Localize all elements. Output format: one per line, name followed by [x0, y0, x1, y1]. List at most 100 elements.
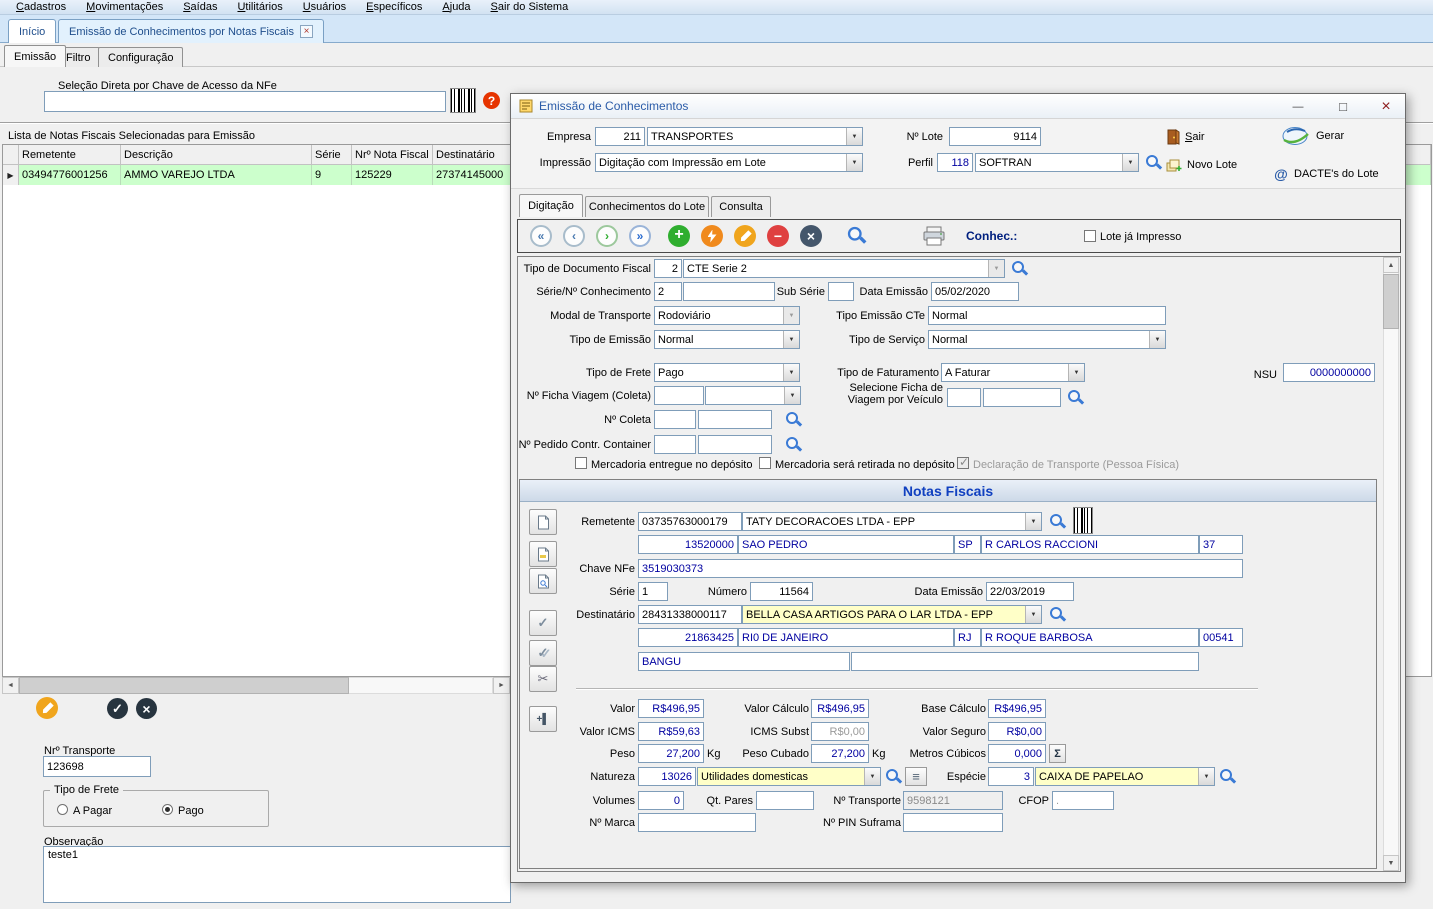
transfer-note-button[interactable]	[529, 706, 557, 732]
tab-consulta[interactable]: Consulta	[711, 196, 771, 217]
tipo-frete-dropdown-icon[interactable]	[783, 364, 799, 381]
impressao-combo[interactable]: Digitação com Impressão em Lote	[595, 153, 863, 172]
nf-serie-field[interactable]: 1	[638, 582, 668, 601]
print-icon[interactable]	[922, 226, 946, 246]
lote-ja-impresso-checkbox[interactable]	[1084, 230, 1096, 242]
remetente-barcode-icon[interactable]	[1073, 507, 1093, 534]
container-search-icon[interactable]	[785, 436, 802, 453]
destinatario-complemento-field[interactable]	[851, 652, 1199, 671]
delete-record-button[interactable]	[767, 225, 789, 247]
mercadoria-entregue-checkbox[interactable]	[575, 457, 587, 469]
destinatario-rua-field[interactable]: R ROQUE BARBOSA	[981, 628, 1199, 647]
dialog-vscrollbar-thumb[interactable]	[1383, 274, 1399, 329]
cfop-field[interactable]: .	[1052, 791, 1114, 810]
destinatario-cidade-field[interactable]: RI0 DE JANEIRO	[738, 628, 954, 647]
tipo-servico-combo[interactable]: Normal	[928, 330, 1166, 349]
sigma-button[interactable]	[1049, 744, 1066, 763]
mercadoria-entregue-label[interactable]: Mercadoria entregue no depósito	[591, 455, 761, 474]
especie-code-field[interactable]: 3	[988, 767, 1034, 786]
container-field[interactable]	[698, 435, 772, 454]
especie-search-icon[interactable]	[1219, 768, 1236, 785]
peso-cubado-field[interactable]: 27,200	[811, 744, 869, 763]
nr-transporte-input[interactable]: 123698	[43, 756, 151, 777]
grid-scroll-left-button[interactable]	[2, 677, 19, 694]
pin-suframa-field[interactable]	[903, 813, 1003, 832]
natureza-dropdown-icon[interactable]	[864, 768, 880, 785]
nsu-field[interactable]: 0000000000	[1283, 363, 1375, 382]
ficha-viagem-code-field[interactable]	[654, 386, 704, 405]
coleta-code-field[interactable]	[654, 410, 696, 429]
ficha-viagem-combo[interactable]	[705, 386, 801, 405]
import-note-button[interactable]	[529, 541, 557, 567]
tipo-documento-search-icon[interactable]	[1011, 260, 1028, 277]
grid-header-serie[interactable]: Série	[312, 145, 352, 165]
radio-a-pagar[interactable]	[57, 804, 68, 815]
perfil-search-icon[interactable]	[1145, 154, 1162, 171]
tipo-emissao-cte-field[interactable]: Normal	[928, 306, 1166, 325]
tab-emissao[interactable]: Emissão	[4, 45, 66, 67]
base-calculo-field[interactable]: R$496,95	[988, 699, 1046, 718]
ficha-veiculo-field[interactable]	[983, 388, 1061, 407]
menu-cadastros[interactable]: Cadastros	[16, 1, 66, 13]
edit-record-button[interactable]	[734, 225, 756, 247]
dialog-vscrollbar[interactable]	[1383, 257, 1399, 871]
numero-conhecimento-field[interactable]	[683, 282, 775, 301]
remetente-dropdown-icon[interactable]	[1025, 513, 1041, 530]
empresa-code-field[interactable]: 211	[595, 127, 645, 146]
close-tab-icon[interactable]	[300, 25, 313, 38]
coleta-field[interactable]	[698, 410, 772, 429]
tipo-faturamento-dropdown-icon[interactable]	[1068, 364, 1084, 381]
nf-marca-field[interactable]	[638, 813, 756, 832]
edit-button[interactable]	[36, 697, 58, 719]
tipo-emissao-dropdown-icon[interactable]	[783, 331, 799, 348]
remetente-cnpj-field[interactable]: 03735763000179	[638, 512, 742, 531]
lote-field[interactable]: 9114	[949, 127, 1041, 146]
close-icon[interactable]	[1369, 97, 1403, 116]
sub-serie-field[interactable]	[828, 282, 854, 301]
scroll-down-button[interactable]	[1383, 855, 1399, 871]
menu-utilitarios[interactable]: Utilitários	[237, 1, 282, 13]
data-emissao-field[interactable]: 05/02/2020	[931, 282, 1019, 301]
process-record-button[interactable]	[701, 225, 723, 247]
minimize-icon[interactable]	[1281, 97, 1315, 116]
tab-inicio[interactable]: Início	[8, 19, 56, 43]
container-code-field[interactable]	[654, 435, 696, 454]
dacte-lote-button[interactable]: DACTE's do Lote	[1273, 164, 1407, 184]
ficha-veiculo-code-field[interactable]	[947, 388, 981, 407]
nav-first-button[interactable]	[530, 225, 552, 247]
valor-seguro-field[interactable]: R$0,00	[988, 722, 1046, 741]
cancel-button[interactable]	[136, 698, 157, 719]
modal-dropdown-icon[interactable]	[783, 307, 799, 324]
tipo-frete-combo[interactable]: Pago	[654, 363, 800, 382]
destinatario-search-icon[interactable]	[1049, 606, 1066, 623]
especie-dropdown-icon[interactable]	[1198, 768, 1214, 785]
maximize-icon[interactable]	[1326, 97, 1360, 116]
modal-transporte-combo[interactable]: Rodoviário	[654, 306, 800, 325]
qt-pares-field[interactable]	[756, 791, 814, 810]
grid-scroll-right-button[interactable]	[493, 677, 510, 694]
valor-field[interactable]: R$496,95	[638, 699, 704, 718]
natureza-combo[interactable]: Utilidades domesticas	[697, 767, 881, 786]
volumes-field[interactable]: 0	[638, 791, 684, 810]
destinatario-cep-field[interactable]: 21863425	[638, 628, 738, 647]
nav-prior-button[interactable]	[563, 225, 585, 247]
remetente-search-icon[interactable]	[1049, 513, 1066, 530]
help-icon[interactable]	[483, 92, 500, 109]
tipo-documento-code-field[interactable]: 2	[654, 259, 682, 278]
perfil-dropdown-icon[interactable]	[1122, 154, 1138, 171]
nav-last-button[interactable]	[629, 225, 651, 247]
tab-conhecimentos-do-lote[interactable]: Conhecimentos do Lote	[585, 196, 709, 217]
lote-ja-impresso-label[interactable]: Lote já Impresso	[1100, 227, 1210, 246]
menu-movimentacoes[interactable]: Movimentações	[86, 1, 163, 13]
grid-hscrollbar-thumb[interactable]	[19, 677, 349, 694]
remetente-combo[interactable]: TATY DECORACOES LTDA - EPP	[742, 512, 1042, 531]
natureza-code-field[interactable]: 13026	[638, 767, 696, 786]
confirm-button[interactable]	[107, 698, 128, 719]
observacao-textarea[interactable]: teste1	[43, 846, 511, 903]
especie-combo[interactable]: CAIXA DE PAPELAO	[1035, 767, 1215, 786]
remetente-numero-field[interactable]: 37	[1199, 535, 1243, 554]
destinatario-combo[interactable]: BELLA CASA ARTIGOS PARA O LAR LTDA - EPP	[742, 605, 1042, 624]
destinatario-cnpj-field[interactable]: 28431338000117	[638, 605, 742, 624]
empresa-combo[interactable]: TRANSPORTES	[647, 127, 863, 146]
impressao-dropdown-icon[interactable]	[846, 154, 862, 171]
